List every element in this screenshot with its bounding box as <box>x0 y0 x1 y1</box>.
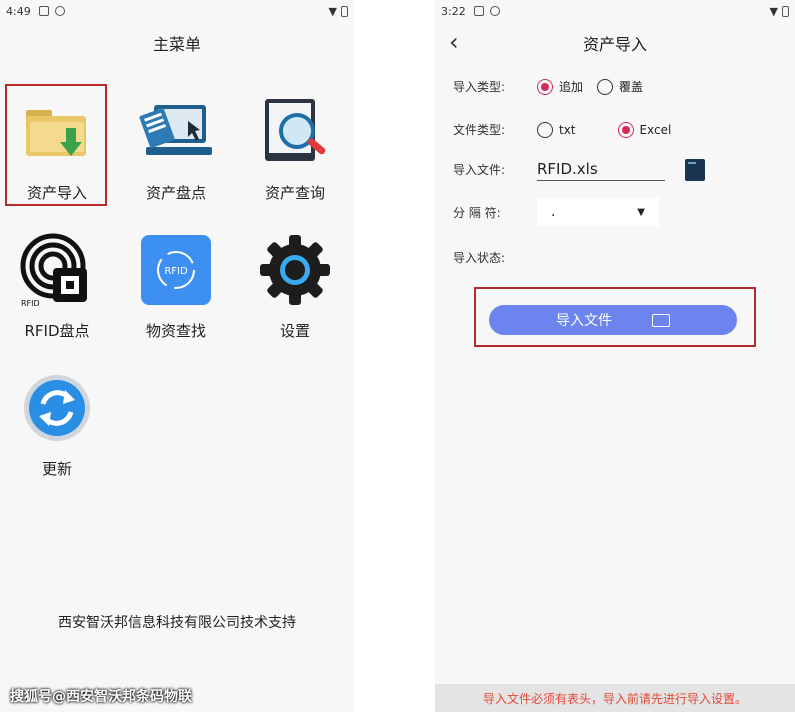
radio-txt-label: txt <box>559 122 576 137</box>
menu-label: RFID盘点 <box>24 322 90 340</box>
radio-excel[interactable]: Excel <box>617 121 672 138</box>
menu-label: 设置 <box>279 322 310 340</box>
status-time: 4:49 <box>6 4 31 18</box>
radio-overwrite[interactable]: 覆盖 <box>597 78 643 95</box>
menu-asset-query[interactable]: 资产查询 <box>243 84 347 206</box>
menu-label: 资产导入 <box>26 184 87 202</box>
separator-value: . <box>551 204 556 220</box>
rfid-find-icon: RFID <box>136 230 216 310</box>
radio-overwrite-circle[interactable] <box>597 78 614 95</box>
notification-icon <box>473 6 484 16</box>
import-file-button[interactable]: 导入文件 <box>489 305 737 335</box>
radio-append-label: 追加 <box>559 80 584 94</box>
wifi-icon: ▼ <box>328 4 337 18</box>
asset-import-screen: 3:22 ▼ ‹ 资产导入 导入类型: 追加 覆盖 文件类型: txt Exce… <box>435 0 795 712</box>
inventory-laptop-icon <box>136 92 216 172</box>
radio-append-circle[interactable] <box>537 78 553 95</box>
company-credit: 西安智沃邦信息科技有限公司技术支持 <box>58 615 296 631</box>
menu-material-find[interactable]: RFID 物资查找 <box>124 222 228 344</box>
separator-label: 分 隔 符: <box>453 205 501 220</box>
refresh-icon <box>17 368 97 448</box>
separator-row: 分 隔 符: . ▼ <box>453 198 659 226</box>
back-arrow-icon[interactable]: ‹ <box>449 28 459 56</box>
sync-status-icon <box>54 6 65 16</box>
notification-icon <box>38 6 49 16</box>
open-folder-icon <box>652 313 670 327</box>
watermark: 搜狐号@西安智沃邦条码物联 <box>10 689 192 705</box>
menu-asset-import[interactable]: 资产导入 <box>5 84 109 206</box>
import-file-row: 导入文件: RFID.xls <box>453 158 705 181</box>
menu-label: 资产查询 <box>264 184 325 202</box>
radio-overwrite-label: 覆盖 <box>619 80 644 94</box>
menu-update[interactable]: 更新 <box>5 360 109 482</box>
import-status-row: 导入状态: <box>453 249 537 266</box>
import-button-label: 导入文件 <box>556 313 612 329</box>
battery-icon <box>782 5 789 17</box>
radio-txt-circle[interactable] <box>537 121 553 138</box>
status-bar: 3:22 ▼ <box>435 0 795 22</box>
radio-excel-label: Excel <box>639 122 672 137</box>
main-menu-screen: 4:49 ▼ 主菜单 资产导入 资产盘点 资产查询 RFID RFID盘点 RF… <box>0 0 354 712</box>
menu-rfid-inventory[interactable]: RFID RFID盘点 <box>5 222 109 344</box>
folder-browse-icon[interactable] <box>685 158 705 181</box>
page-title: 资产导入 <box>582 35 647 54</box>
wifi-icon: ▼ <box>769 4 778 18</box>
menu-settings[interactable]: 设置 <box>243 222 347 344</box>
import-status-label: 导入状态: <box>453 251 506 265</box>
rfid-tag-icon: RFID <box>17 230 97 310</box>
radio-txt[interactable]: txt <box>537 121 576 138</box>
file-type-label: 文件类型: <box>453 123 506 137</box>
menu-asset-inventory[interactable]: 资产盘点 <box>124 84 228 206</box>
separator-select[interactable]: . ▼ <box>537 198 659 226</box>
page-title: 主菜单 <box>152 35 201 54</box>
hint-bar: 导入文件必须有表头，导入前请先进行导入设置。 <box>435 684 795 712</box>
import-type-row: 导入类型: 追加 覆盖 <box>453 78 657 95</box>
menu-label: 更新 <box>41 460 72 478</box>
page-header: ‹ 资产导入 <box>435 22 795 64</box>
gear-icon <box>255 230 335 310</box>
import-type-label: 导入类型: <box>453 80 506 94</box>
rfid-find-icon-text: RFID <box>164 266 188 277</box>
import-file-field[interactable]: RFID.xls <box>537 158 665 181</box>
menu-label: 资产盘点 <box>145 184 206 202</box>
radio-append[interactable]: 追加 <box>537 78 583 95</box>
import-file-label: 导入文件: <box>453 163 506 177</box>
dropdown-caret-icon: ▼ <box>637 206 645 218</box>
battery-icon <box>341 5 348 17</box>
sync-status-icon <box>489 6 500 16</box>
magnifier-search-icon <box>255 92 335 172</box>
status-time: 3:22 <box>441 4 466 18</box>
folder-import-icon <box>17 92 97 172</box>
status-bar: 4:49 ▼ <box>0 0 354 22</box>
radio-excel-circle[interactable] <box>617 121 634 138</box>
menu-label: 物资查找 <box>145 322 206 340</box>
file-type-row: 文件类型: txt Excel <box>453 121 685 138</box>
rfid-icon-text: RFID <box>21 299 40 308</box>
